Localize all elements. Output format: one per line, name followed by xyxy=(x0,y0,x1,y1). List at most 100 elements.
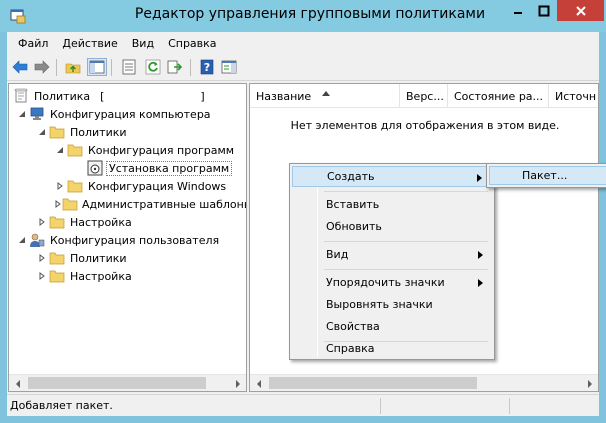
tree-node-software-install[interactable]: Установка программ xyxy=(74,159,233,177)
menu-action[interactable]: Действие xyxy=(55,37,124,50)
export-icon xyxy=(167,60,183,74)
tree-node-user-settings[interactable]: Настройка xyxy=(36,267,134,285)
expanded-chevron-icon[interactable] xyxy=(54,144,66,156)
scroll-left-arrow-icon[interactable] xyxy=(250,375,267,391)
expanded-chevron-icon[interactable] xyxy=(16,108,28,120)
close-button[interactable] xyxy=(557,0,604,21)
policy-scroll-icon xyxy=(12,88,30,104)
app-icon xyxy=(10,8,26,27)
folder-icon xyxy=(48,250,66,266)
status-text: Добавляет пакет. xyxy=(10,399,113,412)
tree-label-root-bracket-close: ] xyxy=(200,89,205,103)
tree-label-root-bracket: [ xyxy=(100,89,105,103)
create-submenu: Пакет... xyxy=(486,163,606,188)
up-folder-icon xyxy=(65,63,81,74)
action-pane-button[interactable] xyxy=(219,58,239,76)
context-menu-refresh[interactable]: Обновить xyxy=(292,216,492,237)
menu-bar: Файл Действие Вид Справка xyxy=(7,32,599,54)
up-folder-button[interactable] xyxy=(63,58,83,76)
title-bar[interactable]: Редактор управления групповыми политикам… xyxy=(0,0,606,32)
menu-help[interactable]: Справка xyxy=(161,37,223,50)
sort-up-icon xyxy=(322,86,330,99)
submenu-package[interactable]: Пакет... xyxy=(489,166,606,185)
scroll-thumb[interactable] xyxy=(28,377,206,389)
user-icon xyxy=(28,232,46,248)
toolbar: ? xyxy=(7,54,599,81)
status-bar: Добавляет пакет. xyxy=(7,394,599,416)
back-button[interactable] xyxy=(10,58,30,76)
tree-node-settings[interactable]: Настройка xyxy=(36,213,134,231)
folder-icon xyxy=(48,124,66,140)
show-hide-tree-button[interactable] xyxy=(87,58,107,76)
column-header-state[interactable]: Состояние ра... xyxy=(448,84,549,108)
list-horizontal-scrollbar[interactable] xyxy=(250,374,598,391)
context-menu-paste[interactable]: Вставить xyxy=(292,194,492,215)
collapsed-chevron-icon[interactable] xyxy=(36,252,48,264)
tree-horizontal-scrollbar[interactable] xyxy=(9,374,246,391)
export-button[interactable] xyxy=(165,58,185,76)
show-hide-tree-icon xyxy=(89,60,105,74)
expanded-chevron-icon[interactable] xyxy=(16,234,28,246)
help-button[interactable]: ? xyxy=(197,58,217,76)
tree-node-windows-config[interactable]: Конфигурация Windows xyxy=(54,177,228,195)
tree-label-settings: Настройка xyxy=(70,215,132,229)
list-header: Название Верс... Состояние ра... Источн xyxy=(250,84,598,108)
collapsed-chevron-icon[interactable] xyxy=(36,270,48,282)
empty-list-message: Нет элементов для отображения в этом вид… xyxy=(290,119,560,132)
forward-button[interactable] xyxy=(32,58,52,76)
tree-label-admin-templates: Административные шаблоны xyxy=(82,197,246,211)
tree-node-user-policies[interactable]: Политики xyxy=(36,249,129,267)
tree-label-user-policies: Политики xyxy=(70,251,127,265)
tree-label-software-install: Установка программ xyxy=(106,160,233,176)
tree-label-windows-config: Конфигурация Windows xyxy=(88,179,227,193)
context-menu-align-icons[interactable]: Выровнять значки xyxy=(292,294,492,315)
folder-icon xyxy=(48,268,66,284)
expanded-chevron-icon[interactable] xyxy=(36,126,48,138)
tree-pane: Политика [ ] Конфигурация компьютера Пол… xyxy=(8,83,247,392)
tree-node-policies[interactable]: Политики xyxy=(36,123,129,141)
column-header-source[interactable]: Источн xyxy=(549,84,598,108)
export-list-button[interactable] xyxy=(119,58,139,76)
collapsed-chevron-icon[interactable] xyxy=(36,216,48,228)
maximize-button[interactable] xyxy=(531,0,557,21)
close-icon xyxy=(575,5,586,16)
scroll-right-arrow-icon[interactable] xyxy=(229,375,246,392)
context-menu-properties[interactable]: Свойства xyxy=(292,316,492,337)
software-package-icon xyxy=(86,160,104,176)
export-list-icon xyxy=(122,59,136,75)
context-menu-help[interactable]: Справка xyxy=(292,338,492,359)
context-menu-view[interactable]: Вид xyxy=(292,244,492,265)
collapsed-chevron-icon[interactable] xyxy=(54,198,62,210)
collapsed-chevron-icon[interactable] xyxy=(54,180,66,192)
menu-file[interactable]: Файл xyxy=(11,37,55,50)
context-menu-arrange-icons[interactable]: Упорядочить значки xyxy=(292,272,492,293)
forward-arrow-icon xyxy=(34,60,50,74)
minimize-icon xyxy=(514,11,522,14)
tree-node-user-config[interactable]: Конфигурация пользователя xyxy=(16,231,221,249)
gpo-editor-window: Редактор управления групповыми политикам… xyxy=(0,0,606,423)
refresh-button[interactable] xyxy=(143,58,163,76)
tree-node-root[interactable]: Политика [ ] xyxy=(12,87,205,105)
column-header-version[interactable]: Верс... xyxy=(400,84,448,108)
submenu-arrow-icon xyxy=(478,249,483,262)
column-header-name[interactable]: Название xyxy=(250,84,400,108)
folder-icon xyxy=(66,142,84,158)
folder-icon xyxy=(62,196,78,212)
context-menu-create[interactable]: Создать xyxy=(292,166,492,187)
minimize-button[interactable] xyxy=(505,0,531,21)
tree-label-user-config: Конфигурация пользователя xyxy=(50,233,220,247)
window-title: Редактор управления групповыми политикам… xyxy=(134,6,486,22)
tree-node-software-config[interactable]: Конфигурация программ xyxy=(54,141,236,159)
scroll-thumb[interactable] xyxy=(269,377,477,389)
maximize-icon xyxy=(538,5,550,16)
tree-label-root: Политика xyxy=(34,89,91,103)
back-arrow-icon xyxy=(12,60,28,74)
scroll-left-arrow-icon[interactable] xyxy=(9,375,26,392)
computer-icon xyxy=(28,106,46,122)
action-pane-icon xyxy=(221,60,237,74)
submenu-arrow-icon xyxy=(478,277,483,290)
menu-view[interactable]: Вид xyxy=(125,37,161,50)
tree-node-computer-config[interactable]: Конфигурация компьютера xyxy=(16,105,213,123)
scroll-right-arrow-icon[interactable] xyxy=(581,375,598,391)
tree-node-admin-templates[interactable]: Административные шаблоны xyxy=(54,195,246,213)
